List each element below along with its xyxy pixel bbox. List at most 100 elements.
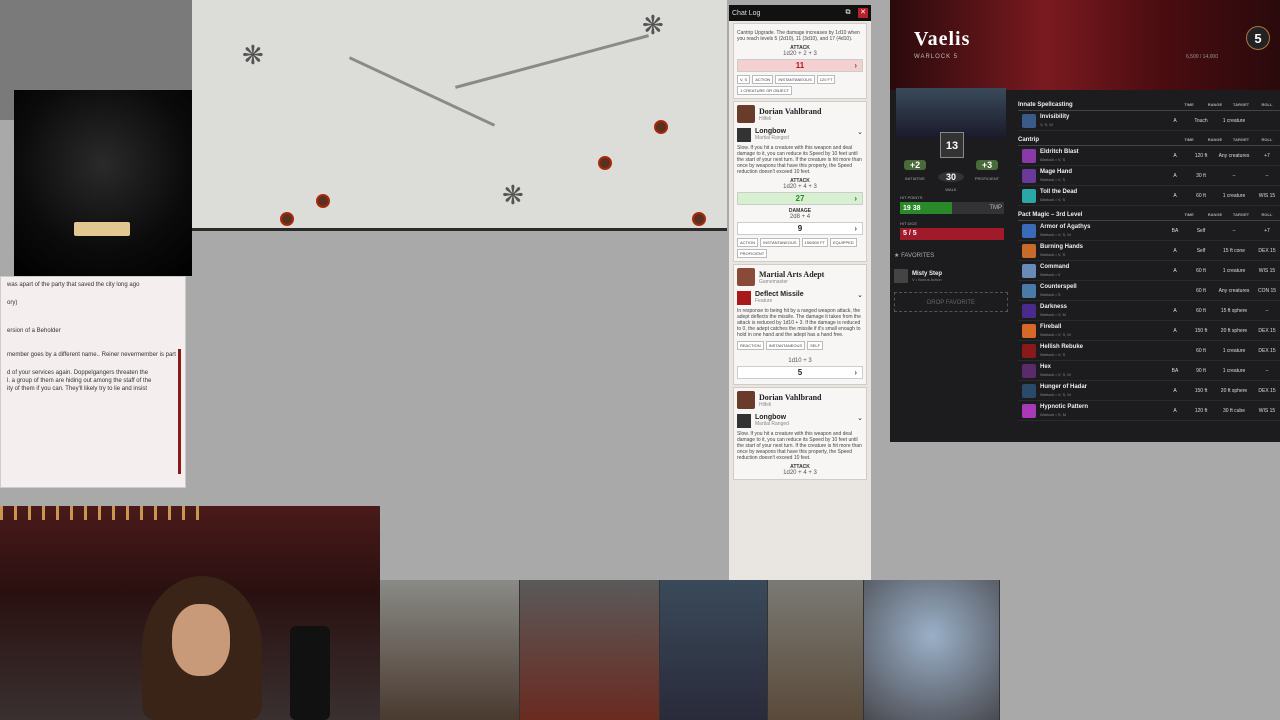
close-icon[interactable]: ✕ (858, 8, 868, 18)
character-portrait (896, 88, 1006, 138)
spell-row[interactable]: Mage Hand Warlock • V, S A 30 ft – – (1018, 166, 1280, 186)
spell-sub: Warlock • V, S (1040, 351, 1066, 357)
longbow-icon (737, 128, 751, 142)
spell-sub: Warlock • V, S (1040, 176, 1066, 182)
spell-roll[interactable]: +7 (1254, 153, 1280, 159)
microphone (290, 626, 330, 720)
spell-roll[interactable]: – (1254, 368, 1280, 374)
spell-section-header: Innate Spellcasting TIME RANGE TARGET ROLL (1018, 99, 1280, 111)
map-token[interactable] (692, 212, 706, 226)
spell-roll[interactable]: WIS 15 (1254, 193, 1280, 199)
spell-row[interactable]: Counterspell Warlock • S 60 ft Any creature… (1018, 281, 1280, 301)
spell-row[interactable]: Burning Hands Warlock • V, S A Self 15 ft co… (1018, 241, 1280, 261)
spell-time: A (1173, 247, 1177, 254)
spell-row[interactable]: Toll the Dead Warlock • V, S A 60 ft 1 creat… (1018, 186, 1280, 206)
roll-result[interactable]: 11 › (737, 59, 863, 72)
roll-result-value: 11 (795, 61, 805, 70)
card-description: Slow. If you hit a creature with this we… (737, 431, 862, 461)
spell-time: A (1173, 407, 1177, 414)
temp-hp[interactable]: TMP (989, 205, 1002, 211)
avatar (737, 105, 755, 123)
tag: ACTION (737, 238, 759, 247)
spell-name: Burning Hands Warlock • V, S (1040, 244, 1162, 258)
notes-scrollbar[interactable] (178, 349, 181, 474)
spell-target: 1 creature (1222, 367, 1246, 374)
spell-row[interactable]: Hex Warlock • V, S, M BA 90 ft 1 creature – (1018, 361, 1280, 381)
battle-map[interactable]: ❋ ❋ ❋ (192, 0, 727, 231)
spell-range: 60 ft (1196, 347, 1206, 354)
spell-time: BA (1171, 227, 1179, 234)
tree-icon: ❋ (242, 40, 264, 70)
spell-icon (1022, 323, 1036, 338)
notes-panel[interactable]: was apart of the party that saved the ci… (0, 276, 186, 488)
character-sheet[interactable]: Vaelis WARLOCK 5 5 6,500 / 14,000 13 +2 … (890, 0, 1280, 442)
spell-target: 30 ft cube (1223, 407, 1245, 414)
spell-roll[interactable]: +7 (1254, 228, 1280, 234)
spell-roll[interactable]: – (1254, 308, 1280, 314)
spell-roll[interactable]: WIS 15 (1254, 268, 1280, 274)
spell-target: 20 ft sphere (1220, 327, 1248, 334)
damage-result[interactable]: 9 › (737, 222, 863, 235)
spell-section-header: Pact Magic – 3rd Level TIME RANGE TARGET ROL… (1018, 209, 1280, 221)
proficiency-label: PROFICIENT (974, 176, 1000, 181)
spell-icon (1022, 263, 1036, 278)
popout-icon[interactable]: ⧉ (843, 8, 853, 18)
roll-result[interactable]: 5 › (737, 366, 863, 379)
chevron-down-icon[interactable]: ⌄ (857, 128, 863, 136)
tag: ACTION (752, 75, 774, 84)
portrait-4 (768, 580, 864, 720)
spell-roll[interactable]: – (1254, 173, 1280, 179)
spell-roll[interactable]: WIS 15 (1254, 408, 1280, 414)
chevron-down-icon[interactable]: ⌄ (857, 291, 863, 299)
spell-row[interactable]: Hypnotic Pattern Warlock • S, M A 120 ft 30 … (1018, 401, 1280, 421)
spell-row[interactable]: Eldritch Blast Warlock • V, S A 120 ft Any c… (1018, 146, 1280, 166)
card-description: Slow. If you hit a creature with this we… (737, 145, 862, 175)
portrait-1 (380, 580, 520, 720)
chevron-right-icon: › (854, 194, 857, 203)
initiative-value[interactable]: +2 (904, 160, 926, 170)
character-portraits (380, 580, 1000, 720)
chat-title: Chat Log (732, 9, 761, 17)
initiative-label: INITIATIVE (905, 176, 925, 181)
spell-row[interactable]: Fireball Warlock • V, S, M A 150 ft 20 ft sp… (1018, 321, 1280, 341)
map-road (348, 56, 496, 127)
spell-roll[interactable]: DEX 15 (1254, 348, 1280, 354)
spell-roll[interactable]: DEX 15 (1254, 388, 1280, 394)
map-token[interactable] (316, 194, 330, 208)
spell-row[interactable]: Armor of Agathys Warlock • V, S, M BA Self –… (1018, 221, 1280, 241)
favorite-item[interactable]: Misty Step V • Bonus Action (894, 266, 1008, 286)
speaker-sub: Hilfeli (759, 115, 772, 122)
spell-icon (1022, 223, 1036, 238)
drop-favorite-zone[interactable]: DROP FAVORITE (894, 292, 1008, 312)
chevron-down-icon[interactable]: ⌄ (857, 414, 863, 422)
spell-row[interactable]: Invisibility V, S, M A Touch 1 creature (1018, 111, 1280, 131)
spell-row[interactable]: Hunger of Hadar Warlock • V, S, M A 150 ft 2… (1018, 381, 1280, 401)
chat-log[interactable]: Chat Log ⧉ ✕ Cantrip Upgrade. The damage… (729, 5, 871, 580)
spell-row[interactable]: Command Warlock • V A 60 ft 1 creature WIS 15 (1018, 261, 1280, 281)
spell-name: Command Warlock • V (1040, 264, 1162, 278)
map-token[interactable] (654, 120, 668, 134)
avatar (737, 268, 755, 286)
spell-target: 1 creature (1222, 347, 1246, 354)
spell-roll[interactable]: CON 15 (1254, 288, 1280, 294)
spell-range: 60 ft (1196, 267, 1206, 274)
card-description: Cantrip Upgrade. The damage increases by… (737, 30, 860, 42)
tag: 1 CREATURE OR OBJECT (737, 86, 793, 95)
spell-row[interactable]: Darkness Warlock • V, M A 60 ft 15 ft sphere… (1018, 301, 1280, 321)
map-token[interactable] (598, 156, 612, 170)
spell-time: A (1173, 267, 1177, 274)
card-description: In response to being hit by a ranged wea… (737, 308, 861, 338)
map-token[interactable] (280, 212, 294, 226)
spell-sub: Warlock • V, S, M (1040, 391, 1071, 397)
hp-bar[interactable]: 19 38 TMP (900, 202, 1004, 214)
hit-dice[interactable]: 5 / 5 (900, 228, 1004, 240)
roll-result[interactable]: 27 › (737, 192, 863, 205)
note-line: ory) (7, 300, 18, 306)
spell-time: A (1173, 327, 1177, 334)
spell-roll[interactable]: DEX 15 (1254, 248, 1280, 254)
portrait-3 (660, 580, 768, 720)
spell-roll[interactable]: DEX 15 (1254, 328, 1280, 334)
roll-result-value: 5 (797, 368, 803, 377)
spell-row[interactable]: Hellish Rebuke Warlock • V, S 60 ft 1 creat… (1018, 341, 1280, 361)
spell-name: Armor of Agathys Warlock • V, S, M (1040, 224, 1162, 238)
